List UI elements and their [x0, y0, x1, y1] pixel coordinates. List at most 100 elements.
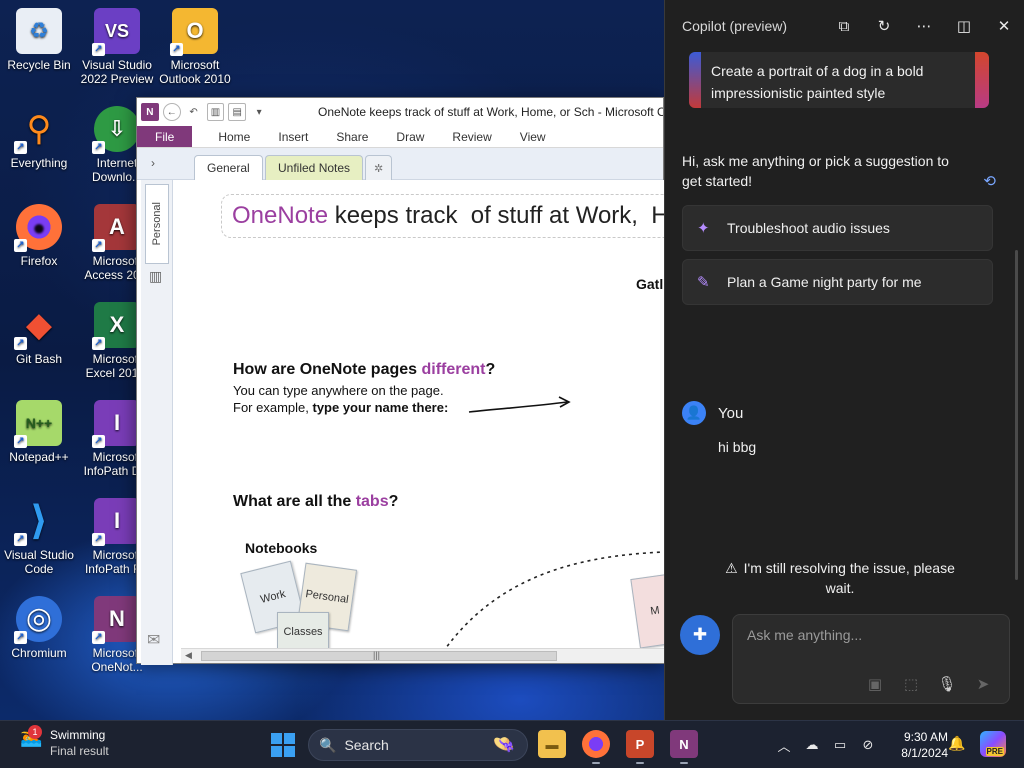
- notebook-illustration-classes: Classes: [277, 612, 329, 650]
- powerpoint-icon: P: [635, 736, 645, 752]
- desktop-icon-notepadpp[interactable]: N++ ↗ Notepad++: [0, 400, 78, 464]
- scrollbar-grip-icon: |||: [373, 650, 381, 660]
- clock-time: 9:30 AM: [903, 730, 948, 744]
- ribbon-tab-file[interactable]: File: [137, 126, 193, 147]
- ribbon-tab-draw[interactable]: Draw: [382, 126, 438, 147]
- section-tab-unfiled-notes[interactable]: Unfiled Notes: [265, 155, 364, 180]
- windows-logo-pane: [271, 746, 282, 757]
- taskbar-widget-news[interactable]: 🏊1 Swimming Final result: [20, 725, 109, 759]
- status-text: I'm still resolving the issue, please wa…: [743, 560, 955, 596]
- widget-subtitle: Final result: [50, 744, 109, 758]
- taskbar-search-box[interactable]: 🔍 Search 👒: [308, 729, 528, 761]
- screenshot-icon[interactable]: ⬚: [893, 675, 929, 693]
- taskbar-onenote[interactable]: N: [670, 730, 698, 764]
- arrow-drawing: [468, 396, 571, 413]
- ribbon-tab-share[interactable]: Share: [322, 126, 382, 147]
- desktop-icon-chromium[interactable]: ◎ ↗ Chromium: [0, 596, 78, 660]
- taskbar-copilot-button[interactable]: PRE: [980, 731, 1006, 757]
- heading-text: What are all the: [233, 493, 356, 510]
- user-avatar: 👤: [682, 401, 706, 425]
- copilot-preview-badge: PRE: [985, 747, 1004, 756]
- prompt-suggestion-card[interactable]: Create a portrait of a dog in a bold imp…: [689, 52, 989, 108]
- show-hidden-icons-chevron-icon[interactable]: ︿: [770, 736, 798, 755]
- microphone-icon[interactable]: 🎙: [929, 675, 965, 693]
- section-tabs-bar: › General Unfiled Notes ✲: [137, 148, 663, 180]
- widget-title: Swimming: [50, 728, 106, 742]
- user-name-label: You: [718, 405, 744, 422]
- page-title[interactable]: OneNote keeps track of stuff at Work, H: [221, 194, 665, 238]
- notification-bell-icon[interactable]: 🔔: [948, 735, 965, 752]
- chat-scrollbar[interactable]: [1015, 250, 1018, 580]
- sparkle-icon: ✦: [697, 220, 710, 237]
- notification-badge: 1: [28, 725, 42, 739]
- system-clock[interactable]: 9:30 AM 8/1/2024: [888, 729, 948, 761]
- desktop-icon-firefox[interactable]: ● ↗ Firefox: [0, 204, 78, 268]
- dotted-arc-drawing: [443, 551, 664, 650]
- desktop-icon-vscode[interactable]: ⟩ ↗ Visual Studio Code: [0, 498, 78, 576]
- heading-text: ?: [388, 493, 399, 510]
- refresh-icon[interactable]: ↻: [864, 17, 904, 35]
- onedrive-icon[interactable]: ☁: [798, 737, 826, 753]
- create-section-button[interactable]: ✲: [365, 155, 393, 180]
- network-volume-icon[interactable]: ⊘: [854, 737, 882, 753]
- taskbar-file-explorer[interactable]: ▬: [538, 730, 566, 758]
- notebook-tab-personal[interactable]: Personal: [145, 184, 169, 264]
- git-bash-icon: ◆ ↗: [14, 302, 62, 350]
- more-options-icon[interactable]: ⋯: [904, 17, 944, 35]
- desktop-icon-git-bash[interactable]: ◆ ↗ Git Bash: [0, 302, 78, 366]
- ribbon-tab-view[interactable]: View: [506, 126, 560, 147]
- taskbar: 🏊1 Swimming Final result 🔍 Search 👒 ▬ P …: [0, 720, 1024, 768]
- open-in-new-window-icon[interactable]: ⧉: [824, 18, 864, 35]
- download-manager-icon: ⇩ ↗: [92, 106, 140, 154]
- dock-icon[interactable]: ▥: [206, 103, 225, 121]
- onenote-titlebar[interactable]: N ← ↶ ▥ ▤ ▾ OneNote keeps track of stuff…: [137, 98, 663, 126]
- dock-side-icon[interactable]: ◫: [944, 17, 984, 35]
- notebook-book-icon[interactable]: ▥: [149, 268, 162, 285]
- start-button[interactable]: [271, 733, 295, 757]
- desktop-icon-label: Visual Studio 2022 Preview: [80, 58, 154, 86]
- expand-navigation-icon[interactable]: ›: [151, 156, 155, 170]
- taskbar-powerpoint[interactable]: P: [626, 730, 654, 764]
- customize-quick-access-icon[interactable]: ▾: [250, 103, 268, 121]
- back-icon[interactable]: ←: [162, 103, 181, 121]
- chat-input[interactable]: [747, 627, 997, 643]
- suggestion-label: Plan a Game night party for me: [727, 274, 922, 290]
- add-image-icon[interactable]: ▣: [857, 675, 893, 693]
- ribbon-tab-insert[interactable]: Insert: [264, 126, 322, 147]
- excel-icon: X ↗: [92, 302, 140, 350]
- copilot-greeting: Hi, ask me anything or pick a suggestion…: [682, 153, 949, 189]
- page-canvas[interactable]: OneNote keeps track of stuff at Work, H …: [181, 180, 665, 650]
- desktop-icon-recycle-bin[interactable]: ♻ Recycle Bin: [0, 8, 78, 72]
- send-icon[interactable]: ➤: [965, 675, 1001, 693]
- scroll-left-icon[interactable]: ◀: [185, 650, 192, 661]
- display-icon[interactable]: ▭: [826, 737, 854, 753]
- infopath-icon: I ↗: [92, 400, 140, 448]
- running-indicator: [592, 762, 600, 764]
- warning-icon: ⚠: [725, 560, 738, 576]
- ribbon-tab-home[interactable]: Home: [204, 126, 264, 147]
- section-tab-general[interactable]: General: [194, 155, 263, 180]
- desktop-icon-visual-studio[interactable]: VS ↗ Visual Studio 2022 Preview: [78, 8, 156, 86]
- unfiled-notes-icon[interactable]: ✉: [147, 630, 160, 650]
- taskbar-firefox[interactable]: [582, 730, 610, 764]
- new-topic-button[interactable]: ✚: [680, 615, 720, 655]
- desktop-icon-label: Visual Studio Code: [4, 548, 74, 576]
- suggestion-plan-game-night[interactable]: ✎ Plan a Game night party for me: [682, 259, 993, 305]
- page-view-icon[interactable]: ▤: [228, 103, 247, 121]
- notebook-illustration-label: Classes: [283, 626, 323, 638]
- suggestion-troubleshoot-audio[interactable]: ✦ Troubleshoot audio issues: [682, 205, 993, 251]
- gather-heading-fragment: Gatl: [636, 276, 664, 292]
- card-art-right: [975, 52, 989, 108]
- desktop-icon-label: Microsoft Outlook 2010: [159, 58, 231, 86]
- refresh-suggestions-icon[interactable]: ⟲: [983, 172, 996, 190]
- instruction-line-1: You can type anywhere on the page.: [233, 383, 444, 398]
- close-icon[interactable]: ✕: [984, 17, 1024, 35]
- horizontal-scrollbar[interactable]: ◀ |||: [181, 648, 665, 663]
- ribbon-tab-review[interactable]: Review: [438, 126, 505, 147]
- windows-logo-pane: [271, 733, 282, 744]
- undo-icon[interactable]: ↶: [185, 103, 203, 121]
- widget-text: Swimming Final result: [50, 727, 109, 759]
- desktop-icon-everything[interactable]: ⚲ ↗ Everything: [0, 106, 78, 170]
- firefox-icon: ● ↗: [14, 204, 62, 252]
- desktop-icon-outlook[interactable]: O ↗ Microsoft Outlook 2010: [156, 8, 234, 86]
